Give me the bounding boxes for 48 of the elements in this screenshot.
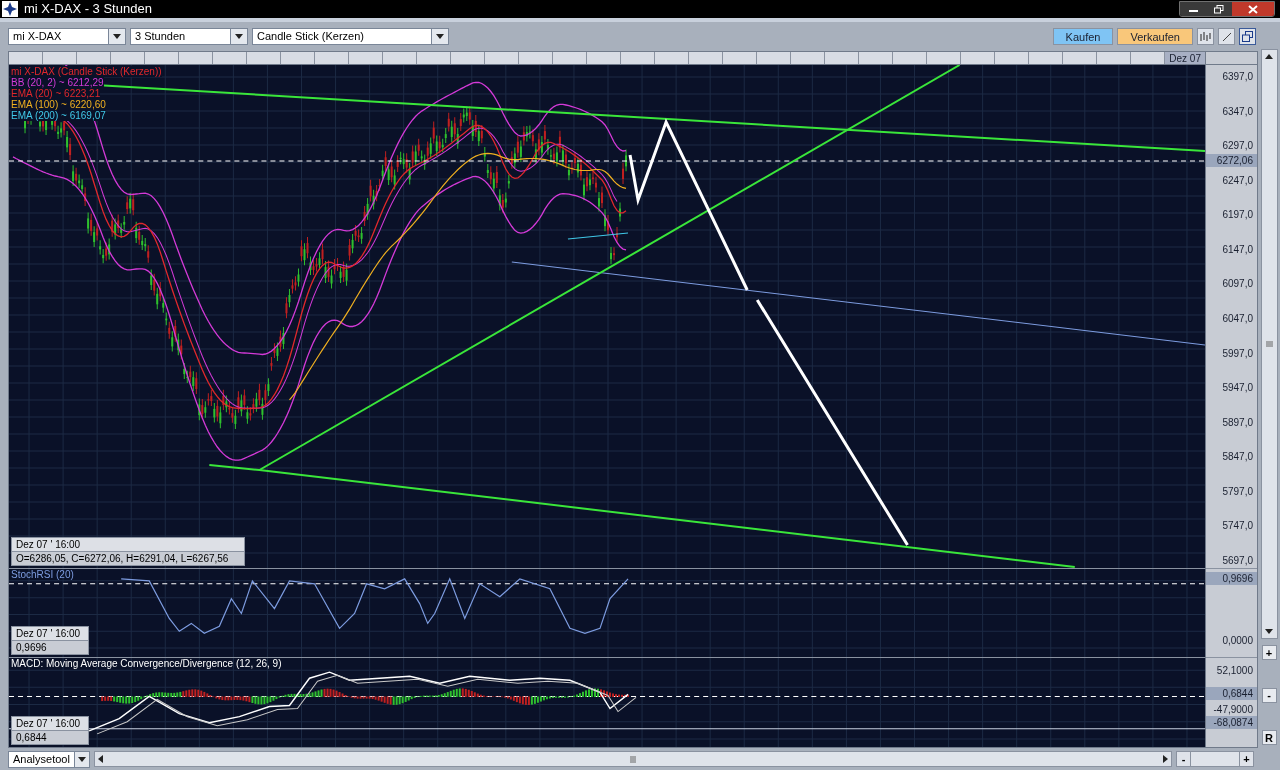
axis-value: 6247,0 xyxy=(1221,173,1254,187)
axis-value: -68,0874 xyxy=(1206,716,1257,729)
legend-entry: EMA (20) ~ 6223,21 xyxy=(11,88,101,99)
time-label: Dez 07 xyxy=(1165,52,1205,64)
axis-value: 5697,0 xyxy=(1221,553,1254,567)
axis-value: 6047,0 xyxy=(1221,311,1254,325)
axis-value: -47,9000 xyxy=(1212,703,1254,716)
axis-value: 6397,0 xyxy=(1221,70,1254,83)
indicator-title: StochRSI (20) xyxy=(11,569,74,581)
legend-entry: mi X-DAX (Candle Stick (Kerzen)) xyxy=(11,66,162,77)
axis-value: 5947,0 xyxy=(1221,381,1254,395)
zoom-in-button[interactable]: + xyxy=(1261,645,1277,660)
axis-value: 5847,0 xyxy=(1221,450,1254,464)
axis-value: 52,1000 xyxy=(1215,664,1254,677)
info-date: Dez 07 ' 16:00 xyxy=(12,538,244,552)
reset-button[interactable]: R xyxy=(1261,730,1277,745)
axis-value: 0,6844 xyxy=(1206,687,1257,700)
axis-value: 5897,0 xyxy=(1221,415,1254,429)
dropdown[interactable]: Candle Stick (Kerzen) xyxy=(252,28,449,45)
trade-button[interactable]: Verkaufen xyxy=(1117,28,1193,45)
axis-value: 6347,0 xyxy=(1221,104,1254,118)
legend-entry: BB (20, 2) ~ 6212,29 xyxy=(11,77,104,88)
axis-value: 5797,0 xyxy=(1221,484,1254,498)
dropdown[interactable]: mi X-DAX xyxy=(8,28,126,45)
window-title: mi X-DAX - 3 Stunden xyxy=(24,0,152,19)
axis-value: 6197,0 xyxy=(1221,208,1254,222)
axis-value: 5997,0 xyxy=(1221,346,1254,360)
indicator-title: MACD: Moving Average Convergence/Divergence (12, 26, 9) xyxy=(11,658,282,670)
dropdown[interactable]: Analysetool xyxy=(8,750,90,768)
info-value: 0,9696 xyxy=(15,641,48,654)
dropdown[interactable]: 3 Stunden xyxy=(130,28,248,45)
trade-button[interactable]: Kaufen xyxy=(1052,28,1114,45)
info-date: Dez 07 ' 16:00 xyxy=(12,717,88,731)
axis-value: 6297,0 xyxy=(1221,139,1254,153)
zoom-out-button[interactable]: - xyxy=(1177,752,1191,766)
info-date: Dez 07 ' 16:00 xyxy=(12,627,88,641)
axis-value: 5747,0 xyxy=(1221,519,1254,533)
info-value: O=6286,05, C=6272,06, H=6291,04, L=6267,56 xyxy=(15,552,230,565)
axis-value: 0,0000 xyxy=(1221,634,1254,647)
axis-value: 6147,0 xyxy=(1221,242,1254,256)
zoom-out-button[interactable]: - xyxy=(1261,687,1277,703)
axis-value: 6272,06 xyxy=(1206,154,1257,167)
axis-value: 6097,0 xyxy=(1221,277,1254,291)
zoom-in-button[interactable]: + xyxy=(1239,752,1253,766)
axis-value: 0,9696 xyxy=(1206,572,1257,585)
legend-entry: EMA (200) ~ 6169,07 xyxy=(11,110,106,121)
info-value: 0,6844 xyxy=(15,731,48,744)
legend-entry: EMA (100) ~ 6220,60 xyxy=(11,99,106,110)
